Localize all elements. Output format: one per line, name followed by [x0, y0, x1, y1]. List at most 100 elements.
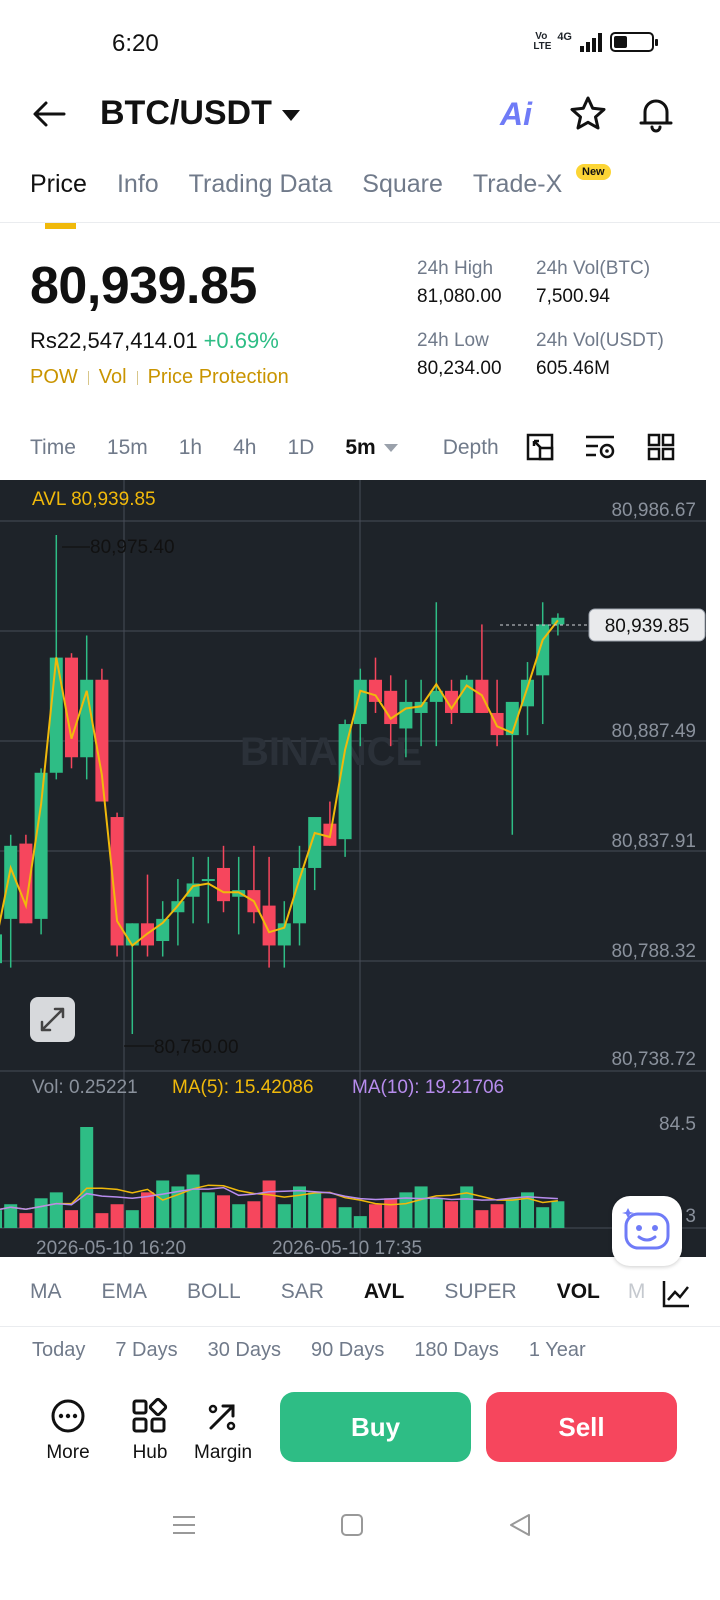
volume-bar — [353, 1216, 367, 1228]
candlestick-chart-svg: BINANCE AVL 80,939.85 80,986.67 80,887.49… — [0, 480, 706, 1257]
vol-ma5-label: MA(5): 15.42086 — [172, 1077, 314, 1098]
volte-icon: Vo LTE — [533, 31, 552, 52]
pair-name: BTC/USDT — [100, 94, 272, 132]
volume-bar — [445, 1201, 458, 1228]
more-button[interactable]: More — [46, 1396, 90, 1464]
stat-low: 80,234.00 — [417, 358, 502, 379]
period-180d: 180 Days — [414, 1339, 499, 1361]
stat-vol-usdt: 605.46M — [536, 358, 610, 379]
system-nav-bar — [0, 1508, 720, 1544]
volume-bar — [110, 1204, 124, 1228]
interval-15m[interactable]: 15m — [107, 436, 148, 460]
tag-separator — [87, 370, 89, 385]
ai-assistant-icon[interactable]: Ai — [500, 96, 532, 133]
tag-pow[interactable]: POW — [30, 366, 78, 389]
indicator-sar[interactable]: SAR — [281, 1280, 324, 1306]
depth-tab[interactable]: Depth — [443, 436, 499, 460]
volume-bar — [323, 1198, 337, 1228]
tag-price-protection[interactable]: Price Protection — [148, 366, 289, 389]
indicator-bar: MA EMA BOLL SAR AVL SUPER VOL M — [30, 1280, 660, 1306]
candle — [4, 845, 18, 919]
indicator-ma[interactable]: MA — [30, 1280, 62, 1306]
caret-down-icon — [383, 444, 398, 452]
candle — [217, 867, 230, 902]
tag-vol[interactable]: Vol — [99, 366, 127, 389]
market-stats: 24h High 81,080.00 24h Vol(BTC) 7,500.94 2… — [417, 258, 686, 380]
candle — [308, 817, 322, 868]
tab-square[interactable]: Square — [362, 170, 443, 199]
volume-bar — [414, 1186, 428, 1228]
volume-bar — [65, 1210, 78, 1228]
buy-button[interactable]: Buy — [280, 1392, 471, 1462]
hub-label: Hub — [132, 1442, 168, 1463]
tab-trade-x[interactable]: Trade-X — [473, 170, 562, 199]
avl-label: AVL 80,939.85 — [32, 489, 156, 510]
new-badge: New — [576, 164, 611, 180]
interval-1d[interactable]: 1D — [287, 436, 314, 460]
expand-chart-icon[interactable] — [30, 997, 75, 1042]
volume-bar — [551, 1201, 565, 1228]
indicator-avl[interactable]: AVL — [364, 1280, 404, 1306]
x-axis-label: 2026-05-10 16:20 — [36, 1238, 186, 1257]
favorite-star-icon[interactable] — [568, 94, 608, 134]
last-price: 80,939.85 — [30, 257, 257, 315]
period-90d: 90 Days — [311, 1339, 385, 1361]
high-marker: 80,975.40 — [90, 537, 175, 558]
volume-bar — [217, 1195, 230, 1228]
stat-label-high: 24h High — [417, 258, 494, 279]
interval-4h[interactable]: 4h — [233, 436, 256, 460]
sell-button[interactable]: Sell — [486, 1392, 677, 1462]
tab-info[interactable]: Info — [117, 170, 159, 199]
back-arrow-icon[interactable] — [30, 96, 70, 132]
vol-axis-tick-low: 3 — [685, 1206, 696, 1227]
volume-bar — [80, 1127, 94, 1228]
indicator-super[interactable]: SUPER — [444, 1280, 516, 1306]
y-axis-tick: 80,887.49 — [611, 721, 696, 742]
indicator-ema[interactable]: EMA — [102, 1280, 148, 1306]
battery-icon — [610, 32, 658, 52]
candle — [262, 905, 276, 946]
more-label: More — [46, 1442, 90, 1463]
avl-line — [0, 619, 559, 947]
alert-bell-icon[interactable] — [636, 94, 676, 134]
tab-price[interactable]: Price — [30, 170, 87, 229]
tab-trading-data[interactable]: Trading Data — [189, 170, 333, 199]
caret-down-icon — [281, 110, 300, 121]
fiat-price-line: Rs22,547,414.01 +0.69% — [30, 328, 279, 354]
margin-button[interactable]: Margin — [194, 1396, 252, 1464]
signal-icon — [580, 32, 602, 52]
interval-time[interactable]: Time — [30, 436, 76, 460]
hub-button[interactable]: Hub — [128, 1396, 172, 1464]
volume-bar — [247, 1201, 261, 1228]
back-nav-icon[interactable] — [507, 1512, 533, 1538]
menu-nav-icon[interactable] — [171, 1512, 197, 1538]
asset-tags: POW Vol Price Protection — [30, 366, 289, 389]
period-returns: Today 7 Days 30 Days 90 Days 180 Days 1 … — [32, 1339, 616, 1362]
period-today: Today — [32, 1339, 86, 1361]
indicator-boll[interactable]: BOLL — [187, 1280, 241, 1306]
chart-settings-icon[interactable] — [584, 432, 616, 462]
status-icons: Vo LTE 4G — [533, 31, 658, 52]
stat-label-vol-usdt: 24h Vol(USDT) — [536, 330, 664, 351]
indicator-vol[interactable]: VOL — [557, 1280, 600, 1306]
candle — [536, 624, 550, 676]
pair-selector[interactable]: BTC/USDT — [100, 94, 300, 133]
volume-bar — [384, 1198, 398, 1228]
volume-bar — [19, 1213, 33, 1228]
candle — [399, 701, 413, 729]
network-type: 4G — [557, 31, 572, 43]
interval-selected[interactable]: 5m — [345, 436, 398, 460]
home-nav-icon[interactable] — [339, 1512, 365, 1538]
indicator-settings-icon[interactable] — [660, 1278, 692, 1310]
vol-label: Vol: 0.25221 — [32, 1077, 138, 1098]
volume-bar — [475, 1210, 489, 1228]
candle — [49, 657, 63, 773]
layout-grid-icon[interactable] — [646, 432, 676, 462]
price-chart[interactable]: BINANCE AVL 80,939.85 80,986.67 80,887.49… — [0, 480, 706, 1257]
volume-bar — [156, 1180, 170, 1228]
interval-1h[interactable]: 1h — [179, 436, 202, 460]
fullscreen-chart-icon[interactable] — [526, 432, 554, 462]
assistant-bot-icon[interactable] — [612, 1196, 682, 1266]
volume-bar — [125, 1210, 139, 1228]
indicator-next[interactable]: M — [628, 1280, 646, 1306]
